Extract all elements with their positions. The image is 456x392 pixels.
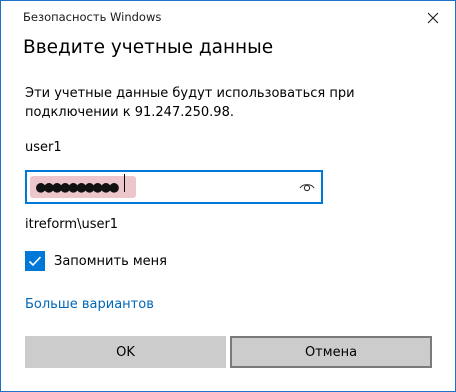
username-label: user1 xyxy=(25,140,62,155)
reveal-password-button[interactable] xyxy=(297,178,317,196)
close-icon xyxy=(427,12,439,24)
eye-icon xyxy=(299,184,315,192)
dialog-heading: Введите учетные данные xyxy=(23,37,274,58)
cancel-button[interactable]: Отмена xyxy=(230,336,432,368)
remember-me-label: Запомнить меня xyxy=(54,253,168,269)
credentials-dialog: Безопасность Windows Введите учетные дан… xyxy=(0,0,456,392)
checkmark-icon xyxy=(28,256,42,267)
password-value: ●●●●●●●●●● xyxy=(30,176,136,198)
ok-button[interactable]: OK xyxy=(25,336,226,368)
password-masked-text: ●●●●●●●●●● xyxy=(36,177,119,196)
domain-user-label: itreform\user1 xyxy=(25,217,119,232)
password-field[interactable]: ●●●●●●●●●● xyxy=(25,170,323,204)
dialog-description: Эти учетные данные будут использоваться … xyxy=(25,86,355,120)
close-button[interactable] xyxy=(411,1,455,35)
more-options-link[interactable]: Больше вариантов xyxy=(25,297,154,312)
remember-me-checkbox[interactable]: Запомнить меня xyxy=(25,251,167,271)
text-caret xyxy=(124,174,125,192)
checkbox-box[interactable] xyxy=(25,251,45,271)
window-title: Безопасность Windows xyxy=(23,10,162,24)
